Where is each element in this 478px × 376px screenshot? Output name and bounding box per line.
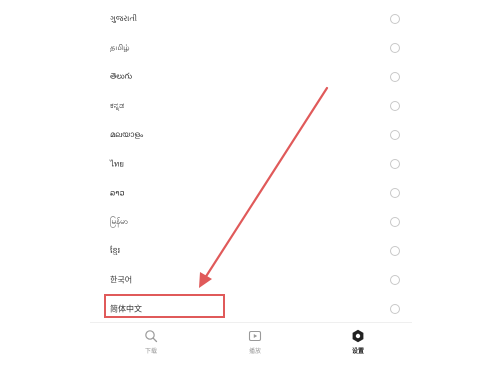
language-option-gujarati[interactable]: ગુજરાતી	[90, 4, 412, 33]
tab-play[interactable]: 播放	[225, 329, 285, 355]
language-label: ಕನ್ನಡ	[110, 100, 125, 110]
language-label: తెలుగు	[110, 71, 133, 80]
language-label: ខ្មែរ	[110, 245, 121, 255]
language-option-khmer[interactable]: ខ្មែរ	[90, 236, 412, 265]
radio-button[interactable]	[390, 303, 400, 314]
bottom-navigation: 下载 播放 设置	[90, 322, 412, 363]
play-icon	[248, 330, 262, 342]
annotation-highlight-box	[104, 294, 225, 318]
radio-button[interactable]	[390, 71, 400, 82]
language-label: മലയാളം	[110, 129, 144, 139]
radio-button[interactable]	[390, 158, 400, 169]
tab-download[interactable]: 下载	[121, 329, 181, 355]
language-option-thai[interactable]: ไทย	[90, 149, 412, 178]
language-option-burmese[interactable]: မြန်မာ	[90, 207, 412, 236]
language-label: 한국어	[110, 275, 133, 284]
language-label: မြန်မာ	[110, 216, 128, 226]
radio-button[interactable]	[390, 13, 400, 24]
radio-button[interactable]	[390, 274, 400, 285]
language-settings-panel: ગુજરાતી தமிழ் తెలుగు ಕನ್ನಡ മലയാളം ไทย ລາ…	[90, 0, 412, 376]
tab-label: 下载	[144, 348, 157, 355]
gear-icon	[352, 329, 364, 343]
radio-button[interactable]	[390, 245, 400, 256]
language-option-tamil[interactable]: தமிழ்	[90, 33, 412, 62]
language-option-telugu[interactable]: తెలుగు	[90, 62, 412, 91]
language-label: தமிழ்	[110, 42, 130, 52]
language-label: ไทย	[110, 159, 124, 168]
language-option-kannada[interactable]: ಕನ್ನಡ	[90, 91, 412, 120]
language-label: ગુજરાતી	[110, 13, 138, 23]
language-option-korean[interactable]: 한국어	[90, 265, 412, 294]
language-option-malayalam[interactable]: മലയാളം	[90, 120, 412, 149]
radio-button[interactable]	[390, 100, 400, 111]
tab-settings[interactable]: 设置	[328, 329, 388, 355]
radio-button[interactable]	[390, 42, 400, 53]
tab-label: 设置	[351, 348, 364, 355]
tab-label: 播放	[248, 348, 261, 355]
radio-button[interactable]	[390, 216, 400, 227]
language-label: ລາວ	[110, 188, 125, 197]
search-icon	[145, 330, 158, 343]
radio-button[interactable]	[390, 129, 400, 140]
radio-button[interactable]	[390, 187, 400, 198]
language-option-lao[interactable]: ລາວ	[90, 178, 412, 207]
